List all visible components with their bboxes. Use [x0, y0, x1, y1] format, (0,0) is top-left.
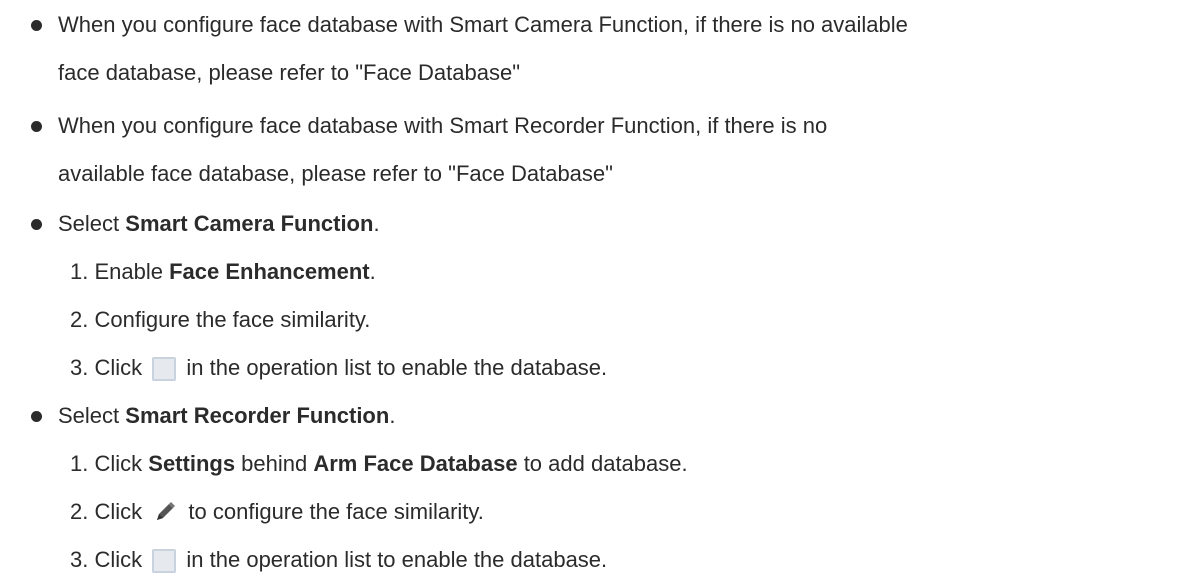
- select-prefix: Select: [58, 211, 126, 236]
- checkbox-icon: [152, 357, 177, 381]
- settings-label: Settings: [148, 451, 236, 476]
- select-suffix: .: [389, 403, 396, 428]
- bullet-dot: [31, 20, 42, 31]
- step-number: 3.: [70, 355, 89, 380]
- recorder-step-1: 1. Click Settings behind Arm Face Databa…: [70, 449, 688, 479]
- bullet-dot: [31, 411, 42, 422]
- checkbox-icon: [152, 549, 177, 573]
- document-body: When you configure face database with Sm…: [0, 0, 1192, 576]
- step-suffix: in the operation list to enable the data…: [186, 355, 608, 380]
- select-suffix: .: [373, 211, 380, 236]
- step-number: 1.: [70, 451, 89, 476]
- arm-face-database-label: Arm Face Database: [313, 451, 518, 476]
- note-recorder-line1: When you configure face database with Sm…: [58, 113, 828, 138]
- bullet-dot: [31, 121, 42, 132]
- step-prefix: Click: [94, 451, 149, 476]
- bullet-dot: [31, 219, 42, 230]
- step-number: 1.: [70, 259, 89, 284]
- select-camera-line: Select Smart Camera Function.: [58, 209, 380, 239]
- select-prefix: Select: [58, 403, 126, 428]
- step-suffix: to configure the face similarity.: [188, 499, 484, 524]
- camera-step-3: 3. Click in the operation list to enable…: [70, 353, 607, 383]
- recorder-step-3: 3. Click in the operation list to enable…: [70, 545, 607, 575]
- note-camera-line1: When you configure face database with Sm…: [58, 12, 908, 37]
- camera-step-2: 2. Configure the face similarity.: [70, 305, 370, 335]
- step-prefix: Click: [94, 355, 143, 380]
- step-suffix: in the operation list to enable the data…: [186, 547, 608, 572]
- smart-recorder-function-label: Smart Recorder Function: [125, 403, 390, 428]
- smart-camera-function-label: Smart Camera Function: [125, 211, 374, 236]
- step-prefix: Click: [94, 499, 143, 524]
- step-suffix: to add database.: [517, 451, 688, 476]
- pencil-icon: [157, 502, 176, 520]
- camera-step-1: 1. Enable Face Enhancement.: [70, 257, 376, 287]
- step-number: 3.: [70, 547, 89, 572]
- note-camera-line2: face database, please refer to "Face Dat…: [58, 60, 521, 85]
- step-prefix: Click: [94, 547, 143, 572]
- step-number: 2.: [70, 307, 89, 332]
- select-recorder-line: Select Smart Recorder Function.: [58, 401, 395, 431]
- step-number: 2.: [70, 499, 89, 524]
- recorder-step-2: 2. Click to configure the face similarit…: [70, 497, 484, 527]
- step-text: Configure the face similarity.: [94, 307, 371, 332]
- face-enhancement-label: Face Enhancement: [169, 259, 370, 284]
- step-suffix: .: [369, 259, 376, 284]
- step-mid: behind: [235, 451, 314, 476]
- note-recorder-line2: available face database, please refer to…: [58, 161, 613, 186]
- step-prefix: Enable: [94, 259, 170, 284]
